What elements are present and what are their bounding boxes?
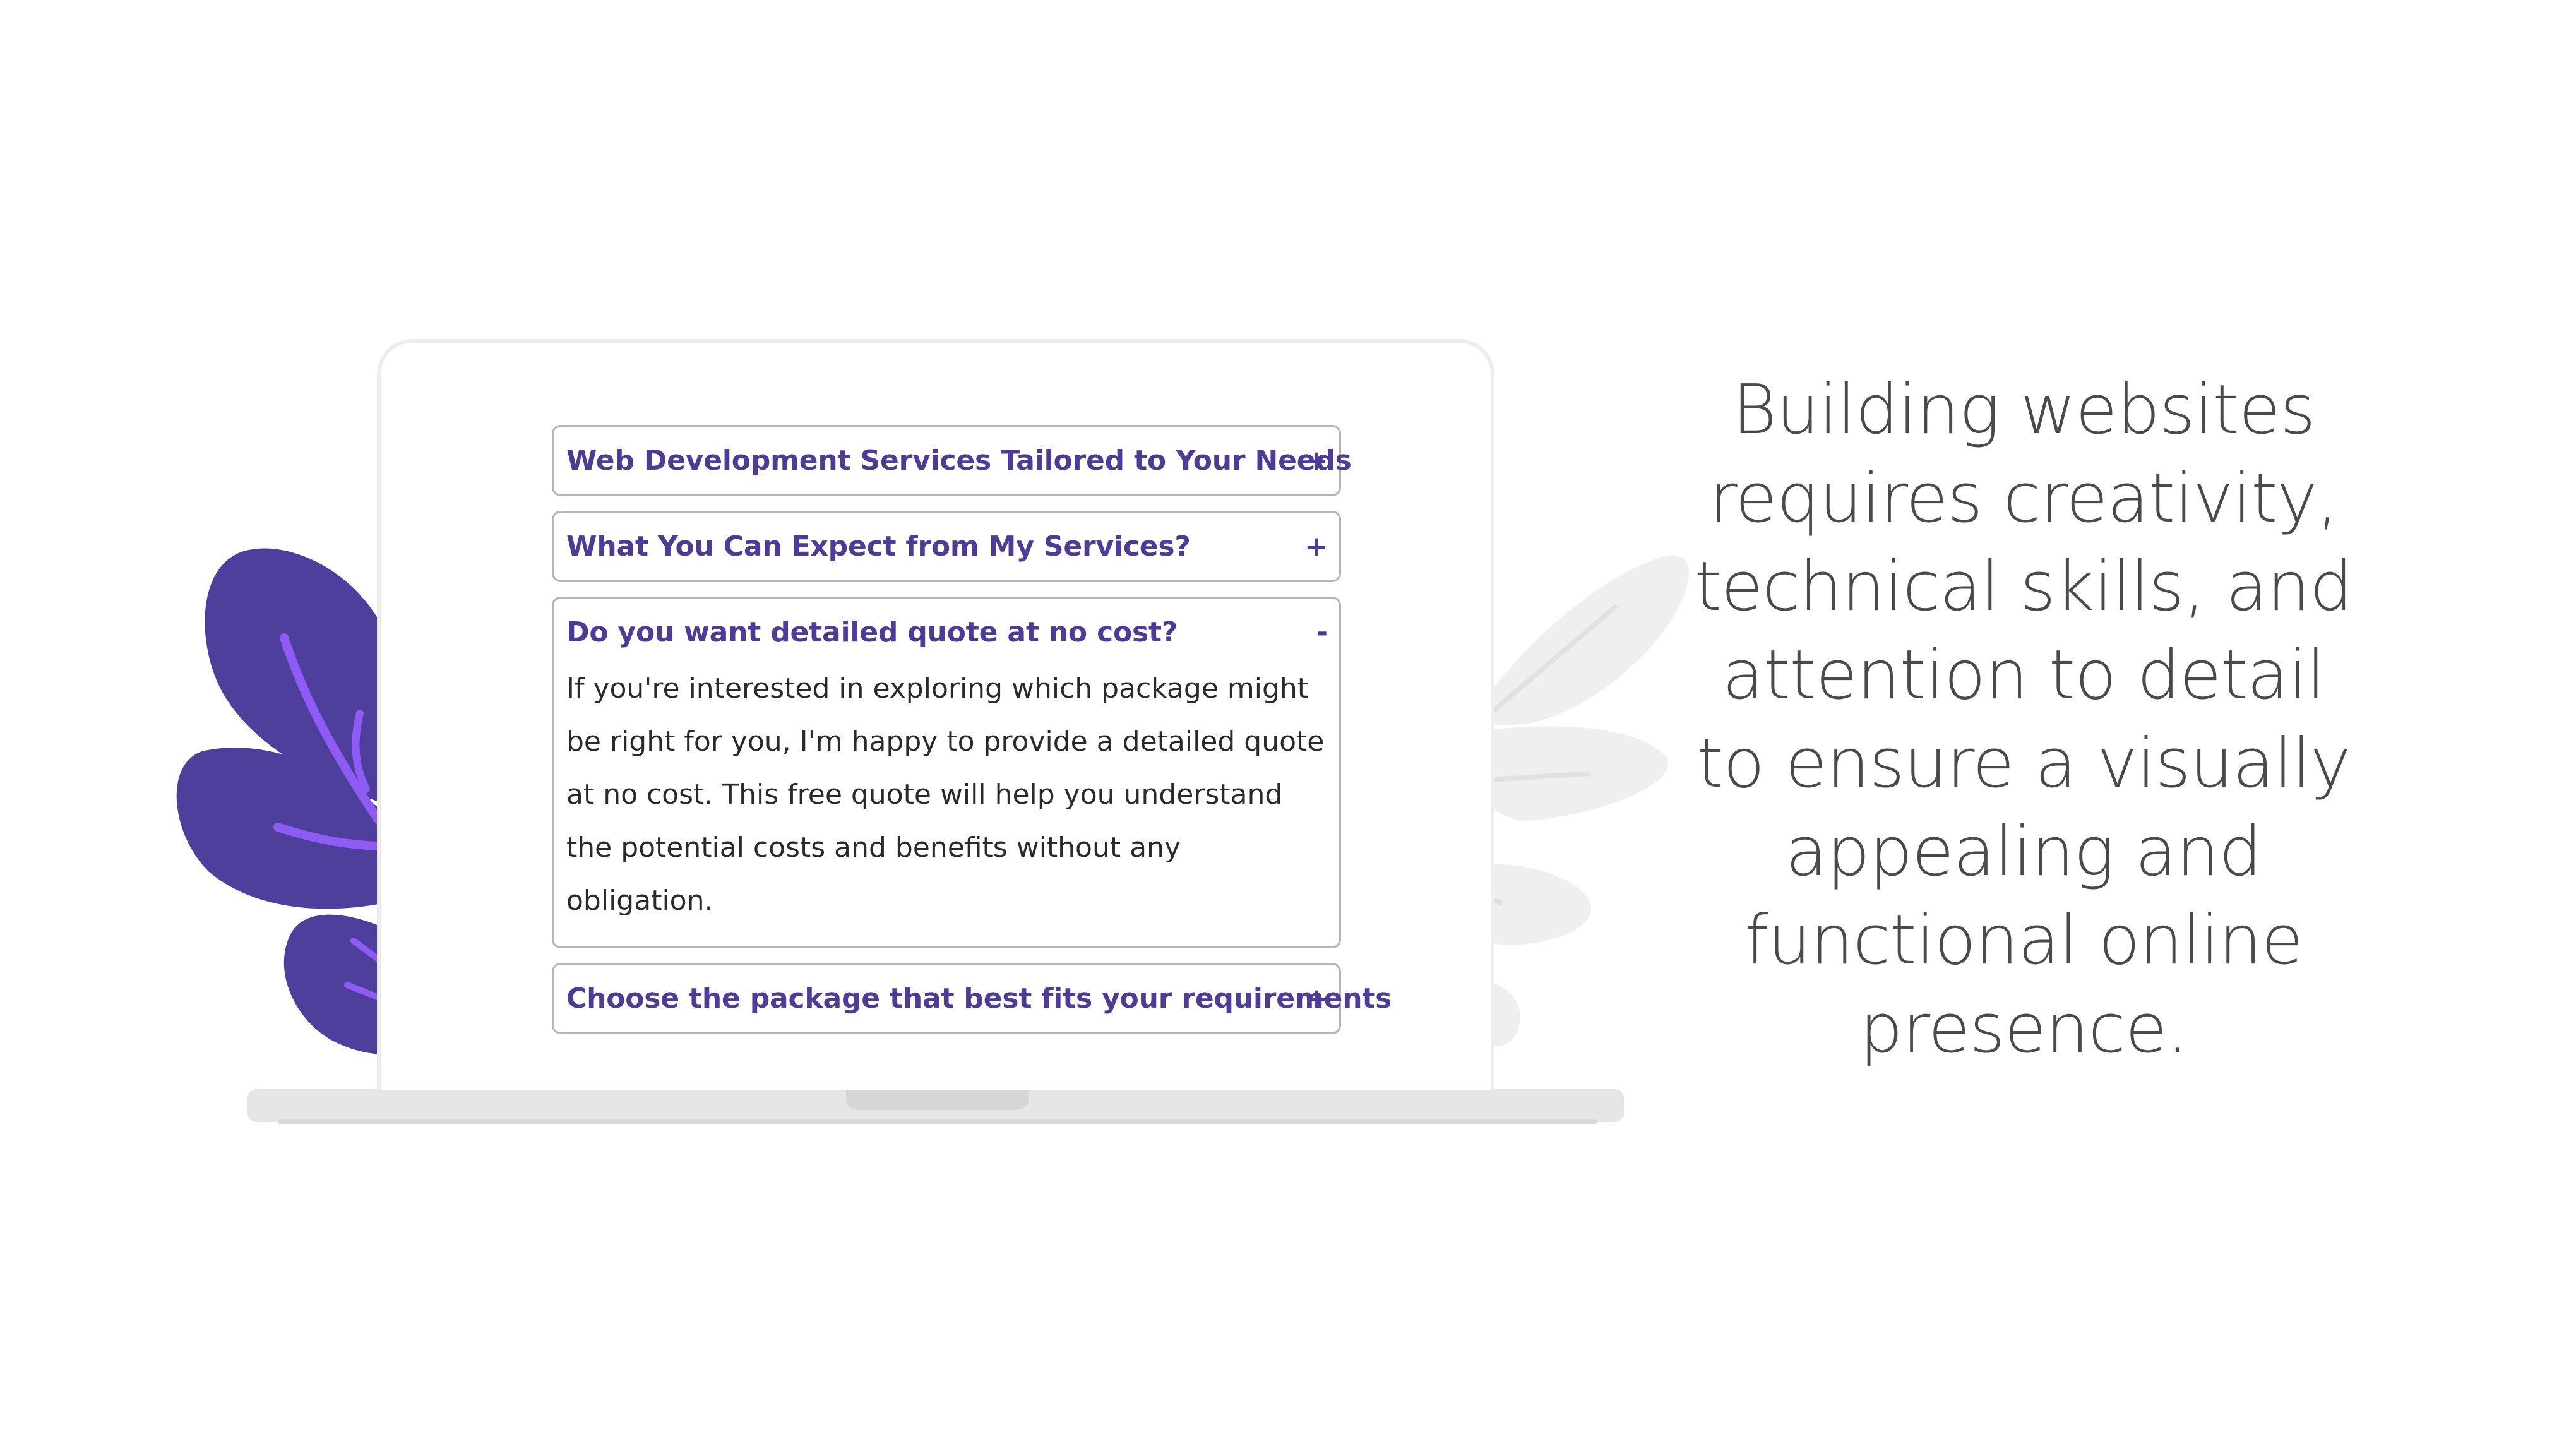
faq-header-expectations[interactable]: What You Can Expect from My Services? + xyxy=(554,513,1339,580)
page: Web Development Services Tailored to You… xyxy=(0,0,2576,1449)
plus-icon[interactable]: + xyxy=(1304,984,1328,1013)
laptop-base xyxy=(247,1089,1624,1124)
faq-item: Web Development Services Tailored to You… xyxy=(552,425,1352,496)
tagline-text: Building websites requires creativity, t… xyxy=(1695,371,2353,1068)
purple-leaf-illustration xyxy=(176,548,390,1054)
plus-icon[interactable]: + xyxy=(1304,532,1328,561)
faq-item-expanded: Do you want detailed quote at no cost? -… xyxy=(552,597,1341,948)
faq-header-web-development[interactable]: Web Development Services Tailored to You… xyxy=(554,427,1352,494)
faq-header-quote[interactable]: Do you want detailed quote at no cost? - xyxy=(554,599,1339,666)
faq-header-package[interactable]: Choose the package that best fits your r… xyxy=(554,965,1392,1032)
faq-item: Choose the package that best fits your r… xyxy=(552,963,1392,1034)
faq-title: Web Development Services Tailored to You… xyxy=(566,444,1352,477)
minus-icon[interactable]: - xyxy=(1316,618,1328,647)
faq-item: What You Can Expect from My Services? + xyxy=(552,511,1341,582)
faq-answer: If you're interested in exploring which … xyxy=(566,672,1325,917)
faq-title: Choose the package that best fits your r… xyxy=(566,982,1392,1015)
faq-title: Do you want detailed quote at no cost? xyxy=(566,616,1178,648)
faq-accordion: Web Development Services Tailored to You… xyxy=(552,425,1392,1049)
plus-icon[interactable]: + xyxy=(1304,446,1328,475)
gray-leaf-illustration xyxy=(1470,555,1689,1047)
faq-title: What You Can Expect from My Services? xyxy=(566,530,1191,563)
